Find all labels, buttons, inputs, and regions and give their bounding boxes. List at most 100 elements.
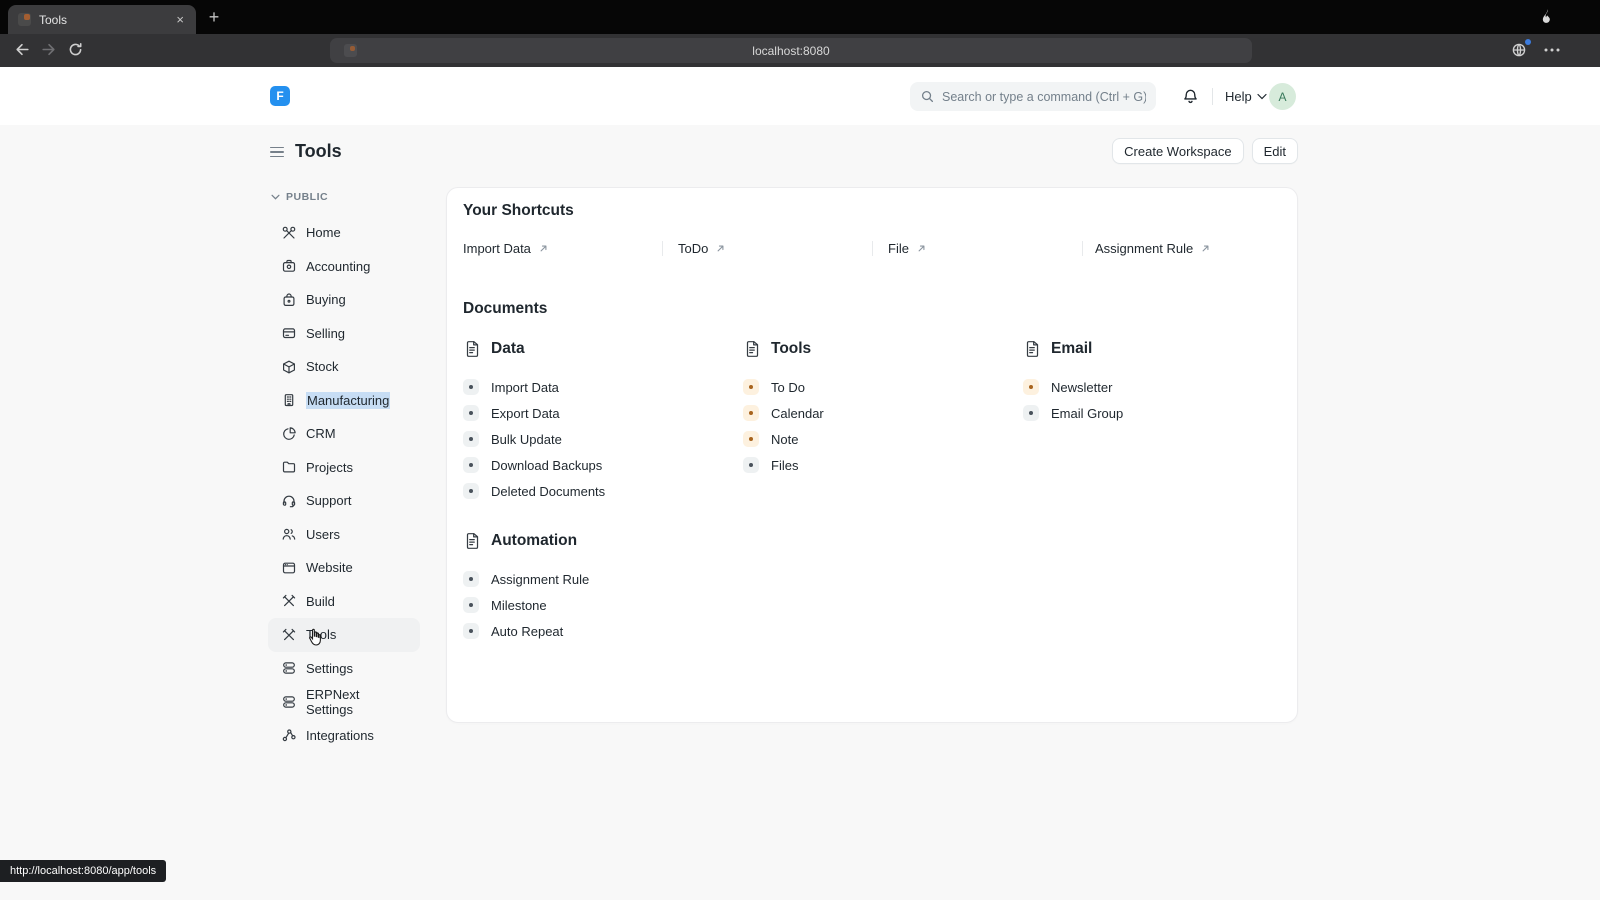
share-icon	[281, 727, 297, 743]
sidebar-section-public[interactable]: PUBLIC	[268, 190, 420, 204]
sidebar-item-label: Users	[306, 526, 340, 542]
bullet-icon	[463, 571, 479, 587]
arrow-up-right-icon	[1200, 243, 1211, 254]
package-icon	[281, 359, 297, 375]
help-menu[interactable]: Help	[1225, 89, 1267, 104]
doc-link-deleted-documents[interactable]: Deleted Documents	[463, 478, 743, 504]
sidebar-item-buying[interactable]: Buying	[268, 283, 420, 317]
documents-grid: Data Import Data Export Data Bulk Update…	[463, 338, 1281, 644]
sidebar-item-label: Stock	[306, 359, 339, 375]
tab-title: Tools	[39, 12, 68, 27]
back-button[interactable]	[14, 41, 31, 58]
shortcut-assignment-rule[interactable]: Assignment Rule	[1095, 241, 1211, 256]
sidebar-item-accounting[interactable]: Accounting	[268, 250, 420, 284]
bullet-icon	[463, 483, 479, 499]
doc-link-files[interactable]: Files	[743, 452, 1023, 478]
section-email: Email Newsletter Email Group	[1023, 338, 1281, 504]
doc-link-milestone[interactable]: Milestone	[463, 592, 743, 618]
doc-link-bulk-update[interactable]: Bulk Update	[463, 426, 743, 452]
shortcut-label: ToDo	[678, 240, 709, 256]
doc-link-note[interactable]: Note	[743, 426, 1023, 452]
bullet-icon	[743, 431, 759, 447]
favicon	[18, 13, 31, 26]
sidebar-item-label: Projects	[306, 459, 353, 475]
doc-link-label: Calendar	[771, 405, 824, 421]
arrow-up-right-icon	[715, 243, 726, 254]
doc-link-label: Deleted Documents	[491, 483, 606, 499]
section-data: Data Import Data Export Data Bulk Update…	[463, 338, 743, 504]
avatar[interactable]: A	[1269, 83, 1296, 110]
shortcut-label: Import Data	[463, 240, 531, 256]
global-search-input[interactable]	[942, 89, 1146, 104]
flame-icon[interactable]	[1539, 8, 1556, 25]
sidebar-item-home[interactable]: Home	[268, 216, 420, 250]
sidebar-item-label: Selling	[306, 325, 346, 341]
shortcut-import-data[interactable]: Import Data	[463, 241, 549, 256]
sidebar-item-manufacturing[interactable]: Manufacturing	[268, 384, 420, 418]
workspace-card: Your Shortcuts Import Data ToDo File Ass…	[446, 187, 1298, 723]
sidebar-item-website[interactable]: Website	[268, 551, 420, 585]
doc-link-to-do[interactable]: To Do	[743, 374, 1023, 400]
doc-link-label: Download Backups	[491, 457, 603, 473]
reload-button[interactable]	[67, 41, 84, 58]
site-icon	[344, 44, 357, 57]
browser-tab[interactable]: Tools ×	[8, 5, 196, 34]
sidebar-item-stock[interactable]: Stock	[268, 350, 420, 384]
doc-link-export-data[interactable]: Export Data	[463, 400, 743, 426]
chevron-down-icon	[1257, 93, 1267, 100]
shortcut-file[interactable]: File	[888, 241, 927, 256]
doc-link-email-group[interactable]: Email Group	[1023, 400, 1281, 426]
sidebar-item-tools[interactable]: Tools	[268, 618, 420, 652]
sidebar-item-integrations[interactable]: Integrations	[268, 719, 420, 753]
doc-link-label: Files	[771, 457, 799, 473]
help-label: Help	[1225, 89, 1252, 104]
sidebar-item-erpnext-settings[interactable]: ERPNext Settings	[268, 685, 420, 719]
global-search[interactable]	[910, 82, 1156, 111]
page-title: Tools	[295, 141, 342, 161]
doc-link-download-backups[interactable]: Download Backups	[463, 452, 743, 478]
chevron-down-icon	[271, 194, 280, 200]
wrench-icon	[281, 225, 297, 241]
sidebar-item-label: CRM	[306, 426, 336, 442]
sidebar-item-users[interactable]: Users	[268, 518, 420, 552]
hammer-icon	[281, 627, 297, 643]
tab-close-icon[interactable]: ×	[174, 12, 186, 27]
hammer-icon	[281, 593, 297, 609]
doc-link-calendar[interactable]: Calendar	[743, 400, 1023, 426]
section-automation: Automation Assignment Rule Milestone Aut…	[463, 530, 743, 644]
folder-icon	[281, 459, 297, 475]
doc-link-label: Assignment Rule	[491, 571, 590, 587]
edit-button[interactable]: Edit	[1251, 138, 1298, 164]
sidebar-item-build[interactable]: Build	[268, 585, 420, 619]
shortcut-todo[interactable]: ToDo	[678, 241, 726, 256]
browser-menu-icon[interactable]	[1544, 48, 1560, 52]
forward-button[interactable]	[40, 41, 57, 58]
doc-link-newsletter[interactable]: Newsletter	[1023, 374, 1281, 400]
bullet-icon	[463, 379, 479, 395]
browser-tab-bar: Tools × +	[0, 0, 1600, 34]
app-header: F Help A	[0, 67, 1600, 125]
section-tools: Tools To Do Calendar Note Files	[743, 338, 1023, 504]
sidebar-item-label: Accounting	[306, 258, 371, 274]
doc-link-label: Auto Repeat	[491, 623, 564, 639]
doc-link-label: Export Data	[491, 405, 560, 421]
bullet-icon	[463, 405, 479, 421]
sidebar-item-settings[interactable]: Settings	[268, 652, 420, 686]
file-text-icon	[463, 340, 481, 358]
file-text-icon	[463, 532, 481, 550]
sidebar-item-crm[interactable]: CRM	[268, 417, 420, 451]
sidebar-item-selling[interactable]: Selling	[268, 317, 420, 351]
new-tab-button[interactable]: +	[201, 4, 227, 30]
bullet-icon	[743, 457, 759, 473]
frappe-logo[interactable]: F	[270, 86, 290, 106]
doc-link-auto-repeat[interactable]: Auto Repeat	[463, 618, 743, 644]
notifications-bell-icon[interactable]	[1182, 88, 1199, 105]
sidebar-item-projects[interactable]: Projects	[268, 451, 420, 485]
address-bar[interactable]: localhost:8080	[330, 38, 1252, 63]
create-workspace-button[interactable]: Create Workspace	[1112, 138, 1244, 164]
doc-link-assignment-rule[interactable]: Assignment Rule	[463, 566, 743, 592]
sidebar-toggle-icon[interactable]	[270, 146, 284, 158]
sidebar-item-support[interactable]: Support	[268, 484, 420, 518]
sidebar-item-label: Tools	[306, 627, 337, 643]
doc-link-import-data[interactable]: Import Data	[463, 374, 743, 400]
